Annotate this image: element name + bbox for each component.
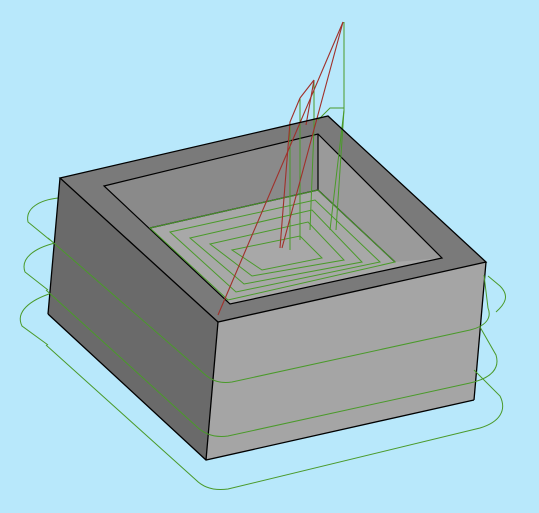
outer-contour-pass-back xyxy=(19,292,53,346)
outer-contour-pass-back xyxy=(27,197,59,241)
toolpath-scene[interactable] xyxy=(0,0,539,513)
cam-3d-viewport[interactable] xyxy=(0,0,539,513)
outer-contour-pass-top-front xyxy=(487,275,506,313)
